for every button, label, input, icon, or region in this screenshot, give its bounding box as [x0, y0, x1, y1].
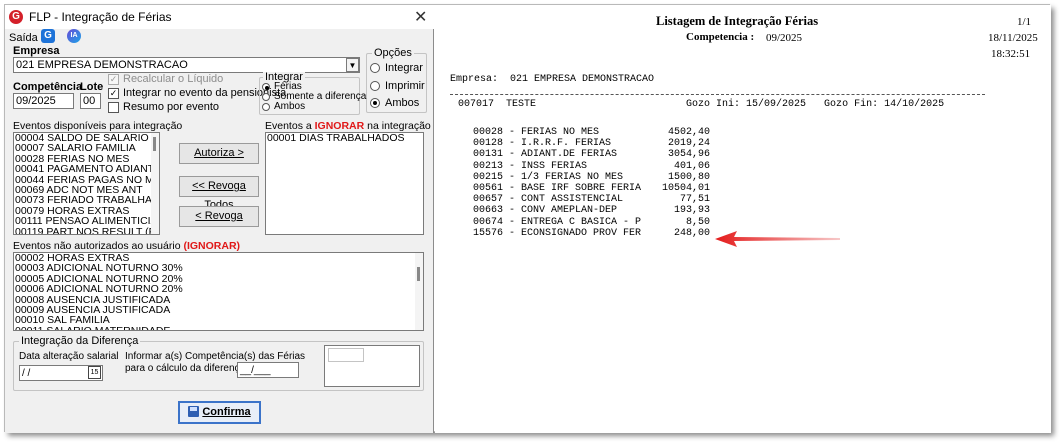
report-row-code: 00657 - CONT ASSISTENCIAL [473, 194, 624, 206]
integrar-ambos-radio[interactable] [262, 103, 270, 111]
report-row-code: 00663 - CONV AMEPLAN-DEP [473, 205, 618, 217]
resumo-evento-label: Resumo por evento [123, 101, 219, 113]
report-row-value: 2019,24 [667, 138, 710, 150]
ia-assistant-icon[interactable]: IA [67, 29, 81, 43]
report-page: 1/1 [1017, 16, 1032, 28]
arrow-left-icon [715, 231, 840, 247]
integrar-ambos-label: Ambos [274, 101, 306, 112]
window-title: FLP - Integração de Férias [29, 10, 172, 24]
save-disk-icon [188, 406, 200, 417]
data-alteracao-label: Data alteração salarial [19, 351, 119, 362]
revoga-button[interactable]: < Revoga [179, 206, 259, 227]
empresa-label: Empresa [13, 45, 60, 57]
report-separator [450, 94, 985, 95]
recalcular-checkbox[interactable]: ✓ [108, 74, 119, 85]
report-row-code: 15576 - ECONSIGNADO PROV FER [473, 227, 642, 239]
informar-label-2: para o cálculo da diferença: [125, 363, 248, 374]
report-row-code: 00561 - BASE IRF SOBRE FERIA [473, 183, 642, 194]
integrar-diferenca-radio[interactable] [262, 93, 270, 101]
autoriza-button-label: Autoriza > [194, 147, 244, 159]
resumo-evento-checkbox[interactable] [108, 102, 119, 113]
chevron-down-icon[interactable]: ▼ [346, 58, 359, 72]
opcoes-title: Opções [372, 47, 414, 59]
report-row-code: 00128 - I.R.R.F. FERIAS [473, 138, 612, 150]
report-row-value: 77,51 [679, 194, 710, 206]
list-item[interactable]: 00011 SALARIO MATERNIDADE [14, 325, 423, 330]
report-row-value: 8,50 [685, 216, 710, 228]
calendar-icon[interactable]: 15 [88, 366, 101, 379]
integrar-ferias-radio[interactable] [262, 83, 270, 91]
list-item[interactable]: 00001 DIAS TRABALHADOS [266, 133, 423, 143]
report-row-value: 4502,40 [667, 127, 710, 138]
report-preview: Listagem de Integração Férias 1/1 Compet… [435, 5, 1051, 433]
eventos-disponiveis-label: Eventos disponíveis para integração [13, 120, 183, 132]
integration-dialog: G FLP - Integração de Férias ✕ Saída G I… [5, 5, 434, 433]
opcoes-integrar-radio[interactable] [370, 63, 380, 73]
empresa-combo[interactable]: 021 EMPRESA DEMONSTRACAO [13, 57, 360, 73]
lote-label: Lote [80, 81, 104, 93]
confirma-button[interactable]: Confirma [178, 401, 261, 424]
report-row-value: 1500,80 [667, 171, 710, 183]
report-row-code: 00674 - ENTREGA C BASICA - P [473, 216, 642, 228]
informar-label-1: Informar a(s) Competência(s) das Férias [125, 351, 306, 362]
report-row-value: 248,00 [673, 227, 710, 239]
report-time: 18:32:51 [991, 48, 1031, 60]
report-date: 18/11/2025 [988, 32, 1038, 44]
opcoes-imprimir-label: Imprimir [385, 80, 425, 92]
empresa-value: 021 EMPRESA DEMONSTRACAO [16, 59, 188, 71]
integrar-pensionista-checkbox[interactable]: ✓ [108, 88, 119, 99]
report-title: Listagem de Integração Férias [656, 14, 819, 28]
nao-autorizados-scrollbar[interactable] [415, 253, 423, 330]
app-logo-icon: G [9, 10, 23, 24]
revoga-button-label: < Revoga [195, 210, 243, 222]
nao-autorizados-label-text: Eventos não autorizados ao usuário [13, 240, 181, 252]
competencias-list-cell [328, 348, 364, 362]
report-row-value: 3054,96 [667, 149, 710, 161]
opcoes-ambos-label: Ambos [385, 97, 420, 109]
opcoes-ambos-radio[interactable] [370, 98, 380, 108]
red-arrow-annotation [715, 231, 840, 247]
eventos-ignorar-label-red: IGNORAR [314, 120, 365, 132]
eventos-disponiveis-list[interactable]: 00004 SALDO DE SALARIO 00007 SALARIO FAMI… [13, 132, 160, 235]
revoga-todos-button[interactable]: << Revoga Todos [179, 176, 259, 211]
autoriza-button[interactable]: Autoriza > [179, 143, 259, 164]
report-row-code: 00028 - FERIAS NO MES [473, 127, 600, 138]
report-empresa-line: Empresa: 021 EMPRESA DEMONSTRACAO [450, 74, 655, 85]
report-competencia-label: Competencia : [686, 31, 755, 43]
confirma-button-label: Confirma [202, 406, 251, 418]
eventos-disponiveis-scrollbar[interactable] [151, 133, 159, 234]
list-item[interactable]: 00119 PART NOS RESULT (PPR) [14, 226, 159, 234]
report-row-value: 10504,01 [661, 183, 710, 194]
report-row-value: 193,93 [673, 205, 710, 217]
report-competencia-value: 09/2025 [766, 32, 803, 44]
g-app-icon[interactable]: G [41, 29, 55, 43]
menu-saida[interactable]: Saída [9, 32, 38, 44]
report-row-code: 00213 - INSS FERIAS [473, 160, 588, 172]
report-row-value: 401,06 [673, 160, 710, 172]
opcoes-integrar-label: Integrar [385, 62, 423, 74]
report-row-code: 00215 - 1/3 FERIAS NO MES [473, 171, 624, 183]
report-employee-line: 007017 TESTE Gozo Ini: 15/09/2025 Gozo F… [458, 99, 945, 110]
nao-autorizados-label: Eventos não autorizados ao usuário (IGNO… [13, 240, 240, 252]
screenshot-frame: G FLP - Integração de Férias ✕ Saída G I… [4, 4, 1051, 433]
diferenca-title: Integração da Diferença [19, 335, 141, 347]
eventos-ignorar-label: Eventos a IGNORAR na integração [265, 120, 431, 132]
nao-autorizados-list[interactable]: 00002 HORAS EXTRAS 00003 ADICIONAL NOTURN… [13, 252, 424, 331]
eventos-ignorar-label-post: na integração [367, 120, 431, 132]
competencias-list[interactable] [324, 345, 420, 387]
competencia-diferenca-input[interactable]: __/___ [237, 362, 299, 378]
competencia-label: Competência [13, 81, 83, 93]
opcoes-imprimir-radio[interactable] [370, 81, 380, 91]
eventos-ignorar-list[interactable]: 00001 DIAS TRABALHADOS [265, 132, 424, 235]
close-icon[interactable]: ✕ [414, 7, 427, 27]
eventos-ignorar-label-pre: Eventos a [265, 120, 312, 132]
lote-input[interactable]: 00 [80, 93, 101, 109]
report-row-code: 00131 - ADIANT.DE FERIAS [473, 149, 618, 161]
nao-autorizados-label-red: (IGNORAR) [183, 240, 241, 252]
competencia-input[interactable]: 09/2025 [13, 93, 74, 109]
recalcular-label: Recalcular o Líquido [123, 73, 224, 85]
